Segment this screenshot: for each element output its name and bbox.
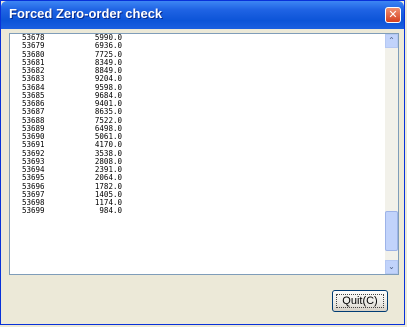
list-item[interactable]: 53680 7725.0: [10, 50, 384, 59]
list-item[interactable]: 53698 1174.0: [10, 198, 384, 207]
scroll-down-button[interactable]: ⌄: [385, 260, 398, 274]
list-item[interactable]: 53697 1405.0: [10, 190, 384, 199]
list-item[interactable]: 53693 2808.0: [10, 157, 384, 166]
list-item-id: 53699: [22, 206, 45, 216]
title-bar[interactable]: Forced Zero-order check ✕: [1, 1, 404, 29]
list-item-value: 984.0: [99, 206, 122, 216]
dialog-window: Forced Zero-order check ✕ 53678 5990.0 536…: [0, 0, 405, 325]
list-content: 53678 5990.0 53679 6936.0 53680 7725.0 53681 83…: [10, 34, 384, 274]
close-button[interactable]: ✕: [385, 7, 401, 23]
list-item[interactable]: 53690 5061.0: [10, 132, 384, 141]
list-item[interactable]: 53696 1782.0: [10, 182, 384, 191]
list-item[interactable]: 53682 8849.0: [10, 66, 384, 75]
list-item[interactable]: 53699 984.0: [10, 206, 384, 216]
list-item[interactable]: 53681 8349.0: [10, 58, 384, 67]
close-icon: ✕: [388, 8, 398, 21]
list-item[interactable]: 53689 6498.0: [10, 124, 384, 133]
chevron-up-icon: ⌃: [388, 36, 395, 45]
scroll-thumb[interactable]: [385, 211, 398, 252]
scroll-up-button[interactable]: ⌃: [385, 34, 398, 48]
list-item[interactable]: 53685 9684.0: [10, 91, 384, 100]
list-item[interactable]: 53688 7522.0: [10, 116, 384, 125]
chevron-down-icon: ⌄: [388, 262, 395, 271]
list-item[interactable]: 53694 2391.0: [10, 165, 384, 174]
list-item[interactable]: 53683 9204.0: [10, 74, 384, 83]
focus-rect: [336, 294, 384, 308]
list-item[interactable]: 53692 3538.0: [10, 149, 384, 158]
quit-button[interactable]: Quit(C): [332, 290, 388, 312]
list-item[interactable]: 53695 2064.0: [10, 173, 384, 182]
list-item[interactable]: 53687 8635.0: [10, 107, 384, 116]
list-item[interactable]: 53686 9401.0: [10, 99, 384, 108]
list-item[interactable]: 53679 6936.0: [10, 41, 384, 50]
window-title: Forced Zero-order check: [9, 6, 163, 21]
client-area: 53678 5990.0 53679 6936.0 53680 7725.0 53681 83…: [5, 29, 400, 320]
list-item[interactable]: 53691 4170.0: [10, 140, 384, 149]
list-item[interactable]: 53684 9598.0: [10, 83, 384, 92]
results-list[interactable]: 53678 5990.0 53679 6936.0 53680 7725.0 53681 83…: [9, 33, 399, 275]
vertical-scrollbar[interactable]: ⌃ ⌄: [384, 34, 398, 274]
list-item[interactable]: 53678 5990.0: [10, 34, 384, 42]
